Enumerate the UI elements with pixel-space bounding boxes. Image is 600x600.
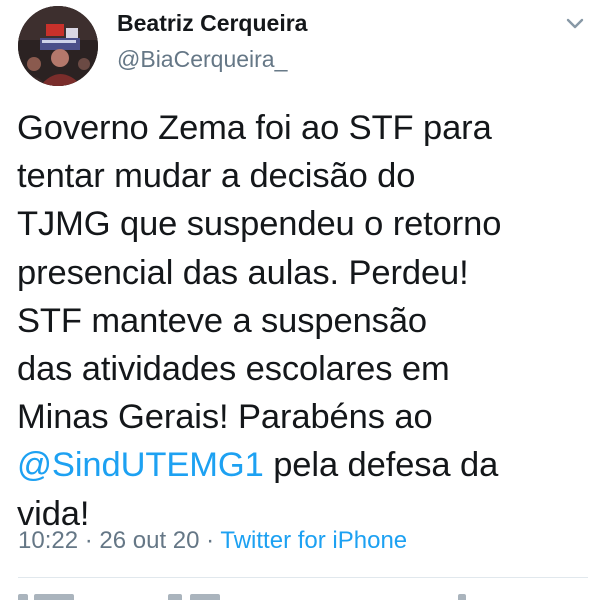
tweet-text: Governo Zema foi ao STF para tentar muda…	[17, 104, 592, 538]
tweet-metadata: 10:22 · 26 out 20 · Twitter for iPhone	[18, 527, 407, 555]
cropped-glyph	[18, 594, 28, 600]
user-handle[interactable]: @BiaCerqueira_	[117, 46, 287, 73]
tweet-text-line: TJMG que suspendeu o retorno	[17, 205, 502, 244]
tweet-text-fragment: pela defesa da	[263, 446, 499, 485]
avatar[interactable]	[18, 6, 98, 86]
cropped-glyph	[34, 594, 74, 600]
avatar-image	[18, 6, 98, 86]
chevron-down-icon[interactable]	[562, 13, 588, 35]
tweet-text-line: das atividades escolares em	[17, 350, 450, 389]
cropped-stats-row	[18, 590, 588, 600]
tweet-text-line: STF manteve a suspensão	[17, 301, 427, 340]
meta-separator: ·	[199, 527, 221, 554]
cropped-glyph	[458, 594, 466, 600]
cropped-glyph	[190, 594, 220, 600]
tweet-source-link[interactable]: Twitter for iPhone	[220, 527, 407, 554]
tweet-text-line: presencial das aulas. Perdeu!	[17, 253, 469, 292]
meta-separator: ·	[78, 527, 100, 554]
tweet-card: Beatriz Cerqueira @BiaCerqueira_ Governo…	[0, 0, 600, 600]
mention-link[interactable]: @SindUTEMG1	[17, 446, 264, 484]
tweet-text-line: Minas Gerais! Parabéns ao	[17, 398, 433, 437]
display-name[interactable]: Beatriz Cerqueira	[117, 10, 307, 37]
tweet-text-line: @SindUTEMG1 pela defesa da	[17, 441, 592, 489]
tweet-date[interactable]: 26 out 20	[99, 527, 199, 554]
tweet-text-line: tentar mudar a decisão do	[17, 157, 416, 196]
cropped-glyph	[168, 594, 182, 600]
tweet-time[interactable]: 10:22	[18, 527, 78, 554]
tweet-text-line: Governo Zema foi ao STF para	[17, 109, 492, 147]
divider	[18, 577, 588, 578]
